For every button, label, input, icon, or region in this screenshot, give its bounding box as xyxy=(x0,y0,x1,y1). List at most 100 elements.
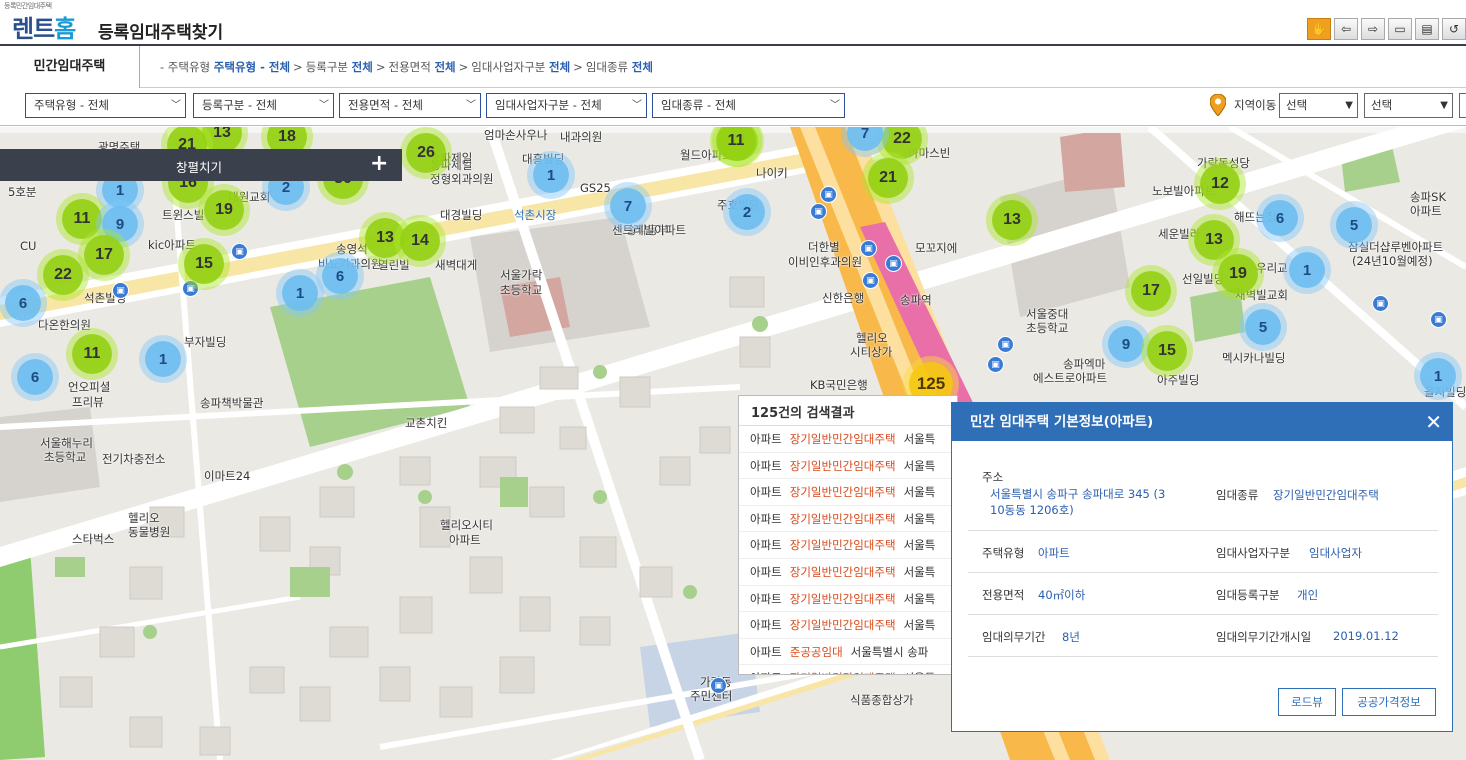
arrow-left-icon[interactable]: ⇦ xyxy=(1334,18,1358,40)
filter-house-type-select[interactable]: 주택유형 - 전체 ﹀ xyxy=(25,93,186,118)
filter-label: 임대종류 - 전체 xyxy=(661,98,736,112)
result-rent-type: 장기일반민간임대주택 xyxy=(789,458,896,473)
bus-stop-icon[interactable]: ▣ xyxy=(1372,295,1389,312)
pan-hand-icon[interactable]: ✋ xyxy=(1307,18,1331,40)
chevron-down-icon: ▼ xyxy=(1345,100,1353,111)
cluster-marker[interactable]: 14 xyxy=(400,221,440,261)
result-row[interactable]: 아파트 준공공임대 서울특별시 송파 xyxy=(739,639,957,666)
cluster-marker[interactable]: 15 xyxy=(1147,331,1187,371)
arrow-right-icon[interactable]: ⇨ xyxy=(1361,18,1385,40)
cluster-marker[interactable]: 15 xyxy=(184,244,224,284)
bus-stop-icon[interactable]: ▣ xyxy=(987,356,1004,373)
filter-rent-type-select[interactable]: 임대종류 - 전체 ﹀ xyxy=(652,93,845,118)
bus-stop-icon[interactable]: ▣ xyxy=(710,677,727,694)
result-address: 서울특 xyxy=(903,485,936,500)
result-row[interactable]: 아파트 장기일반민간임대주택 서울특 xyxy=(739,453,957,480)
cluster-marker[interactable]: 11 xyxy=(62,199,102,239)
cluster-marker[interactable]: 1 xyxy=(533,157,569,193)
result-row[interactable]: 아파트 장기일반민간임대주택 서울특 xyxy=(739,426,957,453)
bus-stop-icon[interactable]: ▣ xyxy=(810,203,827,220)
result-row[interactable]: 아파트 장기일반민간임대주택 서울특 xyxy=(739,665,957,674)
roadview-button[interactable]: 로드뷰 xyxy=(1278,688,1336,716)
bus-stop-icon[interactable]: ▣ xyxy=(885,255,902,272)
tab-private-rental[interactable]: 민간임대주택 xyxy=(0,46,140,88)
bus-stop-icon[interactable]: ▣ xyxy=(997,336,1014,353)
public-price-button[interactable]: 공공가격정보 xyxy=(1342,688,1436,716)
cluster-marker[interactable]: 17 xyxy=(84,235,124,275)
result-rent-type: 장기일반민간임대주택 xyxy=(789,538,896,553)
region-city-select[interactable]: 선택 ▼ xyxy=(1279,93,1358,118)
region-dong-select[interactable] xyxy=(1459,93,1466,118)
cluster-marker[interactable]: 1 xyxy=(1289,252,1325,288)
place-label: 나이키 xyxy=(756,166,788,180)
plus-icon[interactable]: + xyxy=(370,151,388,176)
area-measure-icon[interactable]: ▤ xyxy=(1415,18,1439,40)
cluster-marker[interactable]: 13 xyxy=(1194,220,1234,260)
filter-biz-type-select[interactable]: 임대사업자구분 - 전체 ﹀ xyxy=(486,93,647,118)
cluster-marker[interactable]: 6 xyxy=(1262,200,1298,236)
cluster-marker[interactable]: 7 xyxy=(610,188,646,224)
crumb-value: 전체 xyxy=(351,60,373,74)
cluster-marker[interactable]: 2 xyxy=(729,194,765,230)
bus-stop-icon[interactable]: ▣ xyxy=(112,282,129,299)
cluster-marker[interactable]: 26 xyxy=(406,133,446,173)
cluster-marker[interactable]: 6 xyxy=(322,258,358,294)
cluster-marker[interactable]: 12 xyxy=(1200,164,1240,204)
result-kind: 아파트 xyxy=(750,432,782,446)
bus-stop-icon[interactable]: ▣ xyxy=(820,186,837,203)
result-row[interactable]: 아파트 장기일반민간임대주택 서울특 xyxy=(739,586,957,613)
info-popup: 민간 임대주택 기본정보(아파트) ✕ 주소 서울특별시 송파구 송파대로 34… xyxy=(951,402,1453,732)
result-kind: 아파트 xyxy=(750,618,782,633)
result-row[interactable]: 아파트 장기일반민간임대주택 서울특 xyxy=(739,612,957,639)
ruler-icon[interactable]: ▭ xyxy=(1388,18,1412,40)
bus-stop-icon[interactable]: ▣ xyxy=(231,243,248,260)
result-rent-type: 장기일반민간임대주택 xyxy=(789,485,896,500)
region-district-select[interactable]: 선택 ▼ xyxy=(1364,93,1453,118)
cluster-marker[interactable]: 19 xyxy=(204,190,244,230)
chevron-down-icon: ﹀ xyxy=(830,100,840,111)
panel-expand-label: 창펼치기 xyxy=(176,160,223,175)
cluster-marker[interactable]: 13 xyxy=(992,200,1032,240)
cluster-marker[interactable]: 17 xyxy=(1131,271,1171,311)
cluster-marker[interactable]: 5 xyxy=(1245,309,1281,345)
close-icon[interactable]: ✕ xyxy=(1425,410,1442,434)
crumb-label: - 주택유형 xyxy=(160,60,211,74)
filter-registration-select[interactable]: 등록구분 - 전체 ﹀ xyxy=(193,93,334,118)
place-label: 송영석 xyxy=(336,242,368,256)
result-address: 서울특 xyxy=(903,591,936,606)
result-row[interactable]: 아파트 장기일반민간임대주택 서울특 xyxy=(739,559,957,586)
app-title: 등록임대주택찾기 xyxy=(98,23,224,43)
bus-stop-icon[interactable]: ▣ xyxy=(860,240,877,257)
cluster-marker[interactable]: 6 xyxy=(17,359,53,395)
place-label: 이마트24 xyxy=(204,469,251,483)
filter-area-select[interactable]: 전용면적 - 전체 ﹀ xyxy=(339,93,481,118)
house-type-value: 아파트 xyxy=(1038,546,1070,560)
filter-label: 임대사업자구분 - 전체 xyxy=(495,98,602,112)
cluster-marker[interactable]: 6 xyxy=(5,285,41,321)
refresh-icon[interactable]: ↺ xyxy=(1442,18,1466,40)
panel-expand-bar[interactable]: 창펼치기 + xyxy=(0,149,402,181)
cluster-marker[interactable]: 11 xyxy=(72,334,112,374)
cluster-marker[interactable]: 19 xyxy=(1218,254,1258,294)
cluster-marker[interactable]: 22 xyxy=(43,255,83,295)
place-label: 교촌치킨 xyxy=(405,416,448,430)
crumb-label: 전용면적 xyxy=(388,60,431,74)
cluster-marker[interactable]: 21 xyxy=(868,158,908,198)
result-row[interactable]: 아파트 장기일반민간임대주택 서울특 xyxy=(739,479,957,506)
result-address: 서울특 xyxy=(903,538,936,553)
result-row[interactable]: 아파트 장기일반민간임대주택 서울특 xyxy=(739,532,957,559)
cluster-marker[interactable]: 1 xyxy=(1420,358,1456,394)
cluster-marker[interactable]: 1 xyxy=(145,341,181,377)
cluster-marker[interactable]: 13 xyxy=(365,218,405,258)
logo[interactable]: 렌트홈 xyxy=(12,9,76,44)
bus-stop-icon[interactable]: ▣ xyxy=(1430,311,1447,328)
bus-stop-icon[interactable]: ▣ xyxy=(862,272,879,289)
cluster-marker[interactable]: 1 xyxy=(282,275,318,311)
cluster-marker[interactable]: 5 xyxy=(1336,207,1372,243)
place-label: 센트레빌아파트 xyxy=(612,223,687,237)
place-label: 석촌시장 xyxy=(514,208,557,222)
cluster-marker[interactable]: 9 xyxy=(1108,326,1144,362)
place-label: 우리교 xyxy=(1256,261,1288,275)
result-row[interactable]: 아파트 장기일반민간임대주택 서울특 xyxy=(739,506,957,533)
chevron-down-icon: ▼ xyxy=(1440,100,1448,111)
